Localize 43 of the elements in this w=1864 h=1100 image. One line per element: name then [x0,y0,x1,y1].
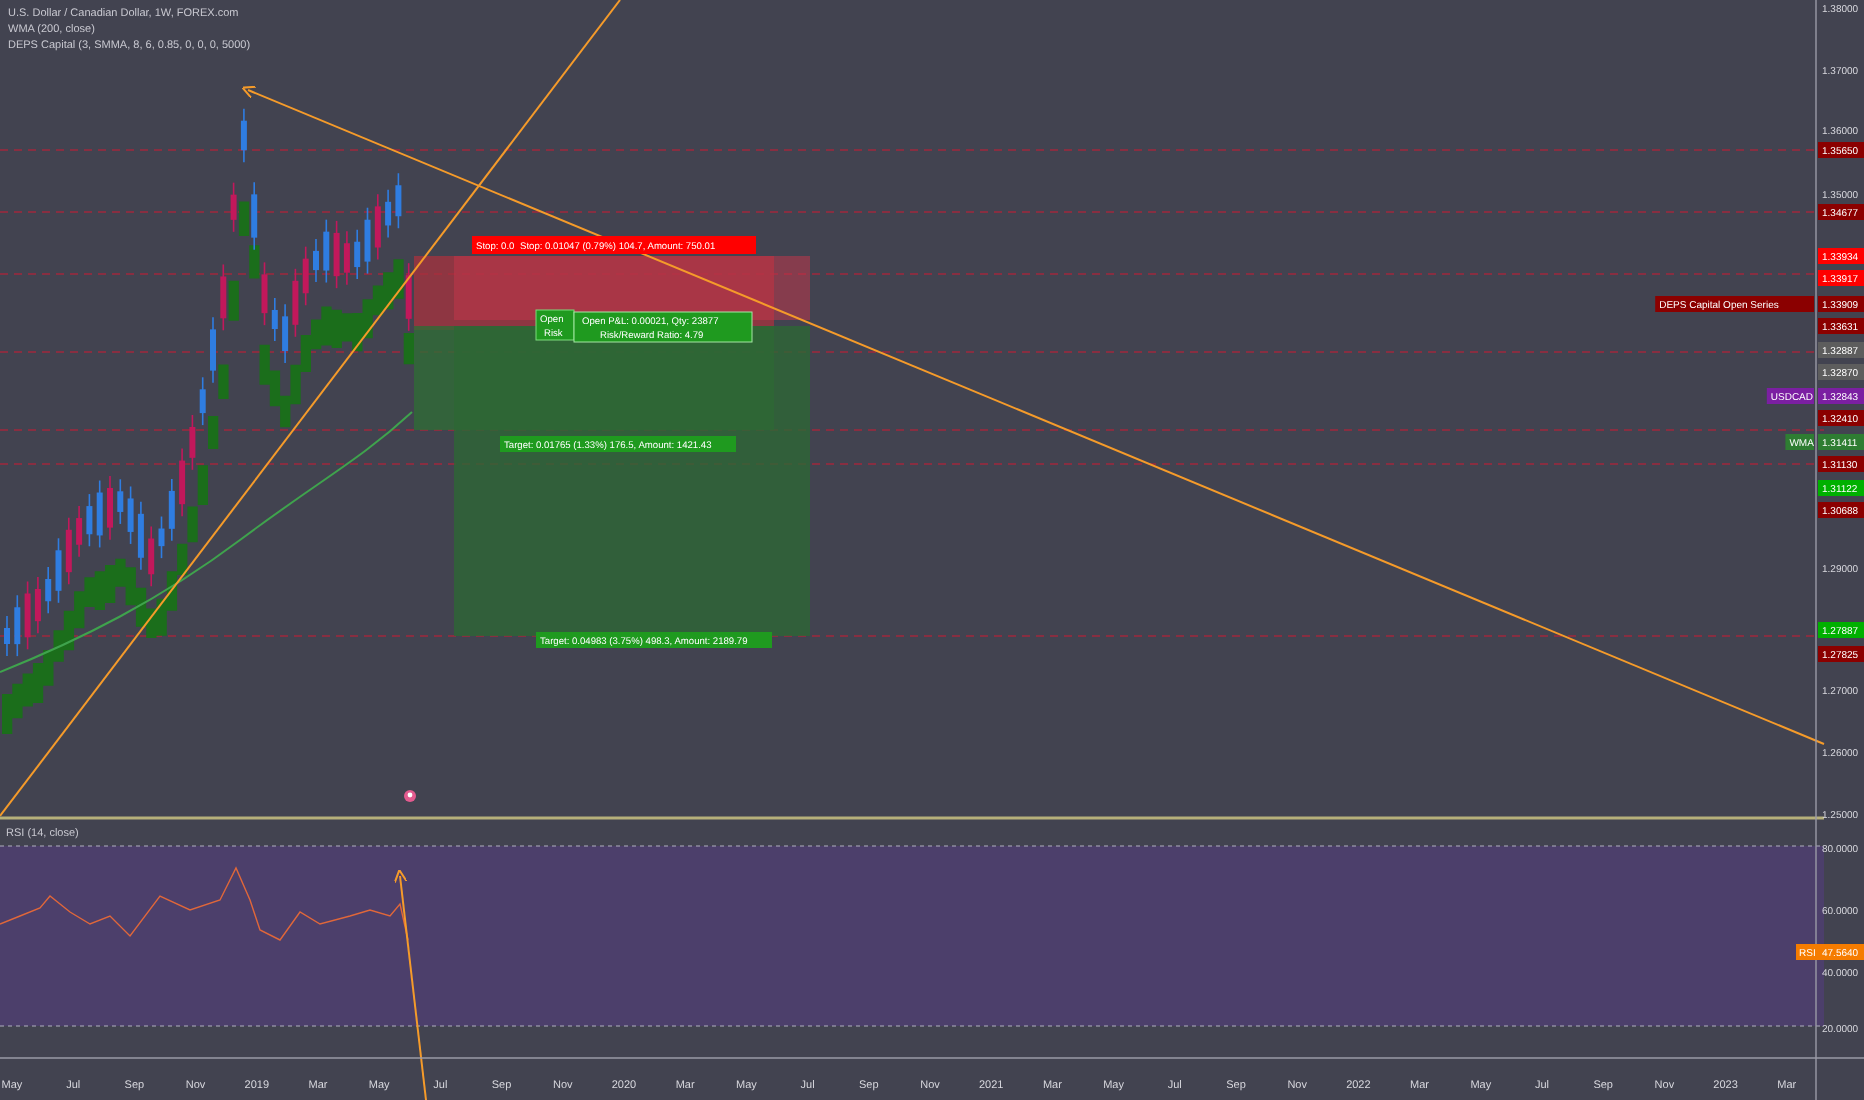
candle [107,475,113,541]
candle [385,189,392,239]
candle [405,262,412,332]
candle [179,447,186,517]
candle [333,220,340,289]
rsi-arrow[interactable] [393,869,427,1100]
candle [45,566,52,615]
trend-arrow[interactable] [241,85,1825,745]
candle [55,537,62,604]
candle [24,580,31,651]
candle [220,263,227,332]
candle [117,478,124,525]
candle [65,516,72,585]
pin-icon[interactable] [404,790,416,802]
candle [271,297,278,342]
candle [395,172,402,230]
candle [230,181,237,233]
candle [240,107,247,164]
candle [137,501,144,571]
candle [292,268,299,338]
candle [282,303,289,364]
candle [354,228,361,280]
candle [261,261,268,326]
candle [313,238,319,283]
candle [251,181,258,251]
candle [96,479,103,549]
candle [199,376,206,426]
candle [86,493,93,548]
candle [189,414,196,471]
candle [302,245,309,307]
candle [34,576,41,634]
candle [168,478,175,542]
candle [158,515,165,559]
candle [323,218,330,284]
candle [343,230,350,286]
candle [127,485,134,545]
candle [148,525,155,588]
candle [374,193,381,261]
candle [14,594,21,657]
candle [4,615,10,657]
candle [210,316,216,384]
candle [76,505,83,558]
candle [364,206,371,275]
